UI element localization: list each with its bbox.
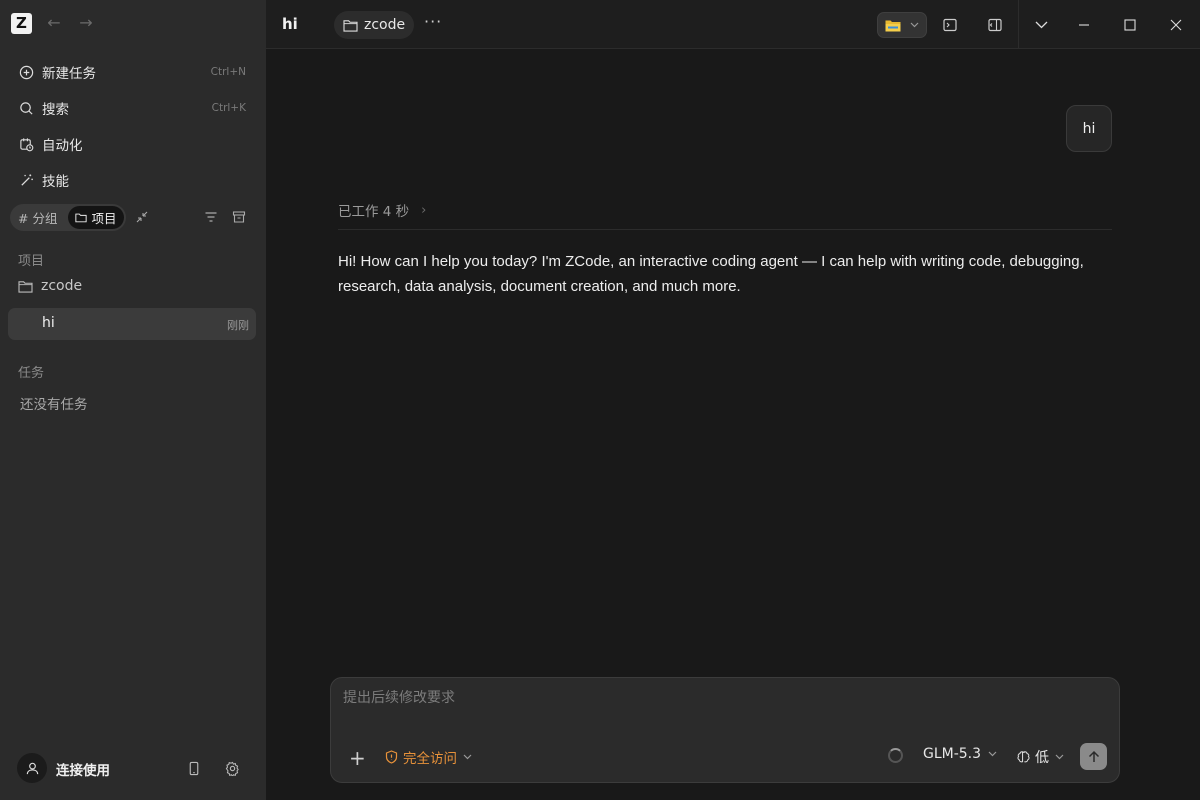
tasks-empty-text: 还没有任务 [20,397,88,413]
chevron-down-icon [1055,754,1064,760]
chevron-down-icon [463,754,472,760]
projects-section-title: 项目 [18,254,45,269]
project-item-zcode[interactable]: zcode [18,278,82,294]
effort-selector[interactable]: 低 [1016,747,1064,767]
composer: + 完全访问 GLM-5.3 低 [330,677,1120,783]
effort-label: 低 [1035,750,1049,766]
phone-icon[interactable] [186,760,202,776]
side-panel-icon[interactable] [987,12,1003,38]
header-divider [1018,0,1019,48]
user-icon [26,762,38,774]
project-chip-label: zcode [364,17,406,33]
terminal-icon[interactable] [942,12,958,38]
project-toggle-label: 项目 [91,211,117,226]
plus-circle-icon [18,64,34,80]
chevron-down-icon[interactable] [1033,12,1049,38]
new-task-button[interactable]: 新建任务 Ctrl+N [8,56,258,88]
page-title: hi [282,15,298,33]
wand-icon [18,172,34,188]
worked-duration[interactable]: 已工作 4 秒 › [338,200,427,221]
user-message: hi [1066,105,1112,152]
folder-icon [18,280,33,293]
shield-icon [385,750,398,764]
followup-input[interactable] [343,690,1103,706]
new-task-shortcut: Ctrl+N [210,66,246,78]
tasks-section-title: 任务 [18,366,45,381]
project-chip[interactable]: zcode [334,11,414,39]
access-mode-dropdown[interactable]: 完全访问 [385,747,477,767]
view-toggle: # 分组 项目 [10,204,126,231]
project-toggle[interactable]: 项目 [68,206,124,229]
search-icon [18,100,34,116]
skills-label: 技能 [42,174,69,190]
loading-spinner-icon [888,748,903,763]
project-name: zcode [41,278,83,294]
model-selector[interactable]: GLM-5.3 [923,746,997,762]
search-button[interactable]: 搜索 Ctrl+K [8,92,258,124]
close-icon[interactable] [1168,12,1184,38]
access-mode-label: 完全访问 [403,751,457,767]
app-logo: Z [11,13,32,34]
search-label: 搜索 [42,102,69,118]
sidebar: Z ← → 新建任务 Ctrl+N 搜索 Ctrl+K 自动化 技能 # 分组 … [0,0,266,800]
forward-arrow-icon[interactable]: → [76,13,96,33]
brain-icon [1017,750,1030,762]
gear-icon[interactable] [224,760,240,776]
model-label: GLM-5.3 [923,746,982,762]
folder-icon [343,19,358,32]
group-toggle[interactable]: # 分组 [18,206,57,229]
more-options-icon[interactable]: ··· [424,12,442,31]
automation-button[interactable]: 自动化 [8,128,258,160]
send-button[interactable] [1080,743,1107,770]
chat-item-hi[interactable]: hi 刚刚 [8,308,256,340]
worked-label: 已工作 4 秒 [338,204,410,220]
skills-button[interactable]: 技能 [8,164,258,196]
chevron-down-icon [988,751,997,757]
search-shortcut: Ctrl+K [211,102,246,114]
header-bar: hi zcode ··· [266,0,1200,49]
add-attachment-icon[interactable]: + [349,746,366,770]
maximize-icon[interactable] [1122,12,1138,38]
arrow-up-icon [1088,750,1099,762]
collapse-icon[interactable] [134,209,150,225]
chat-time: 刚刚 [227,319,249,332]
chat-title: hi [42,315,55,331]
chevron-right-icon: › [421,202,427,218]
chevron-down-icon [910,22,919,28]
minimize-icon[interactable] [1076,12,1092,38]
assistant-message: Hi! How can I help you today? I'm ZCode,… [338,253,1084,295]
message-divider [338,229,1112,230]
open-folder-button[interactable] [877,12,927,38]
main-area: hi zcode ··· hi 已工作 4 秒 › Hi! How can I … [266,0,1200,800]
archive-icon[interactable] [231,209,247,225]
automation-label: 自动化 [42,138,83,154]
calendar-clock-icon [18,136,34,152]
avatar[interactable] [17,753,47,783]
back-arrow-icon[interactable]: ← [44,13,64,33]
filter-icon[interactable] [203,209,219,225]
explorer-folder-icon [885,20,901,31]
new-task-label: 新建任务 [42,66,96,82]
folder-icon [75,213,88,223]
user-label[interactable]: 连接使用 [56,759,110,779]
